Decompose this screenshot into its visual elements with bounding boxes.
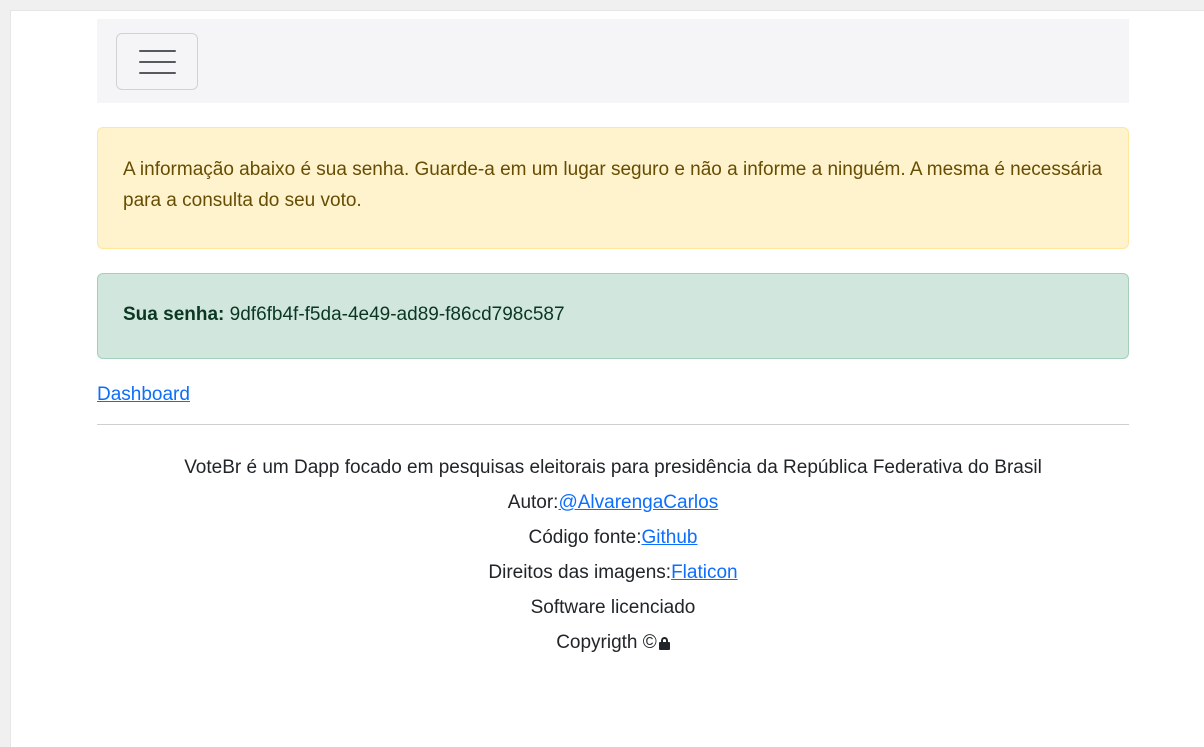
- footer-author: Autor:@AlvarengaCarlos: [97, 485, 1129, 520]
- main-container: A informação abaixo é sua senha. Guarde-…: [97, 19, 1129, 660]
- navbar: [97, 19, 1129, 103]
- warning-alert-text: A informação abaixo é sua senha. Guarde-…: [123, 159, 1103, 211]
- footer-source: Código fonte:Github: [97, 520, 1129, 555]
- flaticon-link[interactable]: Flaticon: [671, 562, 738, 583]
- dashboard-link[interactable]: Dashboard: [97, 384, 190, 406]
- lock-icon: [658, 637, 670, 650]
- footer-source-label: Código fonte:: [528, 527, 642, 548]
- footer-description: VoteBr é um Dapp focado em pesquisas ele…: [184, 457, 1042, 478]
- password-value: 9df6fb4f-f5da-4e49-ad89-f86cd798c587: [229, 304, 565, 325]
- divider: [97, 424, 1129, 425]
- footer-license: Software licenciado: [530, 597, 696, 618]
- navbar-toggler-button[interactable]: [116, 33, 198, 90]
- footer-copyright-text: Copyrigth ©: [556, 632, 657, 653]
- page: A informação abaixo é sua senha. Guarde-…: [10, 10, 1204, 747]
- footer: VoteBr é um Dapp focado em pesquisas ele…: [97, 450, 1129, 660]
- footer-images-label: Direitos das imagens:: [488, 562, 672, 583]
- password-warning-alert: A informação abaixo é sua senha. Guarde-…: [97, 127, 1129, 249]
- github-link[interactable]: Github: [642, 527, 698, 548]
- author-link[interactable]: @AlvarengaCarlos: [558, 492, 718, 513]
- footer-images: Direitos das imagens:Flaticon: [97, 555, 1129, 590]
- password-success-alert: Sua senha: 9df6fb4f-f5da-4e49-ad89-f86cd…: [97, 273, 1129, 359]
- footer-author-label: Autor:: [507, 492, 559, 513]
- password-label: Sua senha:: [123, 304, 225, 325]
- footer-copyright: Copyrigth ©: [97, 625, 1129, 660]
